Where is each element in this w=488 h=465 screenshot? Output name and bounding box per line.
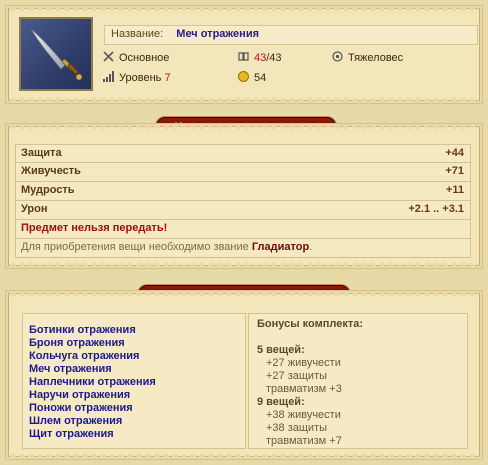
set-item-link[interactable]: Ботинки отражения (29, 324, 239, 337)
durability-current: 43 (254, 52, 267, 64)
level-label: Уровень (119, 72, 162, 84)
bonus-group-label: 9 вещей: (257, 396, 305, 408)
set-item-link[interactable]: Шлем отражения (29, 415, 239, 428)
set-item-link[interactable]: Кольчуга отражения (29, 350, 239, 363)
weight-stat: 54 (238, 71, 266, 84)
set-item-link[interactable]: Меч отражения (29, 363, 239, 376)
set-bonuses: Бонусы комплекта: 5 вещей: +27 живучести… (248, 313, 468, 449)
durability-icon (238, 51, 249, 62)
characteristics-table: Защита +44 Живучесть +71 Мудрость +11 Ур… (15, 144, 471, 258)
item-header-panel: Название: Меч отражения Основное Уровень… (8, 8, 480, 101)
char-value: +11 (445, 184, 464, 196)
requirement-rank: Гладиатор (251, 241, 310, 253)
level-value: 7 (164, 72, 171, 84)
set-item-link[interactable]: Наручи отражения (29, 389, 239, 402)
requirement-end: . (309, 241, 313, 253)
item-name-row: Название: Меч отражения (104, 25, 478, 45)
bonus-line: +27 живучести (266, 357, 341, 369)
no-transfer-text: Предмет нельзя передать! (21, 222, 168, 234)
bonus-group-label: 5 вещей: (257, 344, 305, 356)
requirement-row: Для приобретения вещи необходимо звание … (15, 239, 471, 258)
bonus-line: травматизм +3 (266, 383, 342, 395)
gold-coin-icon (238, 71, 249, 82)
char-value: +71 (445, 165, 464, 177)
char-row-damage: Урон +2.1 .. +3.1 (15, 201, 471, 220)
char-name: Урон (21, 203, 48, 215)
durability-max: /43 (266, 52, 282, 64)
durability-stat: 43/43 (238, 51, 282, 64)
weight-value: 54 (254, 72, 267, 84)
bonus-line: +38 живучести (266, 409, 341, 421)
set-item-link[interactable]: Броня отражения (29, 337, 239, 350)
weight-class-icon (332, 51, 343, 62)
char-row-defense: Защита +44 (15, 144, 471, 163)
crossed-swords-icon (103, 51, 114, 62)
requirement-text: Для приобретения вещи необходимо звание (21, 241, 249, 253)
category-stat: Основное (103, 51, 169, 64)
set-items-list: Ботинки отражения Броня отражения Кольчу… (22, 313, 246, 449)
bonus-line: травматизм +7 (266, 435, 342, 447)
set-item-link[interactable]: Поножи отражения (29, 402, 239, 415)
char-name: Мудрость (21, 184, 75, 196)
char-value: +44 (445, 147, 464, 159)
name-label: Название: (111, 28, 164, 40)
class-text: Тяжеловес (348, 52, 404, 64)
char-row-wisdom: Мудрость +11 (15, 182, 471, 201)
bonus-line: +38 защиты (266, 422, 328, 434)
sword-icon (30, 28, 83, 81)
bonus-title: Бонусы комплекта: (257, 318, 364, 330)
sword-image (19, 17, 93, 91)
char-row-vitality: Живучесть +71 (15, 163, 471, 182)
level-bars-icon (103, 71, 114, 82)
item-name: Меч отражения (176, 28, 259, 40)
class-stat: Тяжеловес (332, 51, 403, 64)
no-transfer-row: Предмет нельзя передать! (15, 220, 471, 239)
level-stat: Уровень 7 (103, 71, 171, 84)
char-name: Защита (21, 147, 62, 159)
bonus-line: +27 защиты (266, 370, 328, 382)
category-text: Основное (119, 52, 170, 64)
set-item-link[interactable]: Щит отражения (29, 428, 239, 441)
char-value: +2.1 .. +3.1 (408, 203, 464, 215)
set-item-link[interactable]: Наплечники отражения (29, 376, 239, 389)
char-name: Живучесть (21, 165, 81, 177)
